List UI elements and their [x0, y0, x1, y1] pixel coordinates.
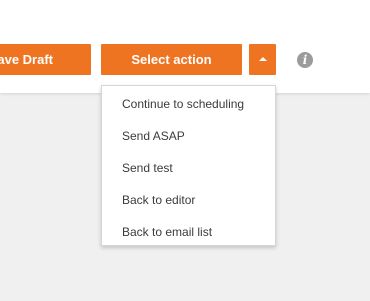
toolbar: ave Draft Select action i — [0, 0, 370, 93]
save-draft-label: ave Draft — [0, 52, 53, 67]
save-draft-button[interactable]: ave Draft — [0, 44, 91, 75]
dropdown-toggle-button[interactable] — [249, 44, 276, 75]
caret-up-icon — [259, 57, 267, 61]
menu-item-back-to-email-list[interactable]: Back to email list — [122, 225, 212, 239]
info-icon[interactable]: i — [297, 52, 313, 68]
menu-item-send-test[interactable]: Send test — [122, 161, 173, 175]
action-dropdown-menu: Continue to scheduling Send ASAP Send te… — [101, 85, 276, 246]
menu-item-send-asap[interactable]: Send ASAP — [122, 129, 185, 143]
select-action-button[interactable]: Select action — [101, 44, 242, 75]
menu-item-back-to-editor[interactable]: Back to editor — [122, 193, 195, 207]
menu-item-continue-to-scheduling[interactable]: Continue to scheduling — [122, 97, 244, 111]
select-action-label: Select action — [131, 52, 212, 67]
